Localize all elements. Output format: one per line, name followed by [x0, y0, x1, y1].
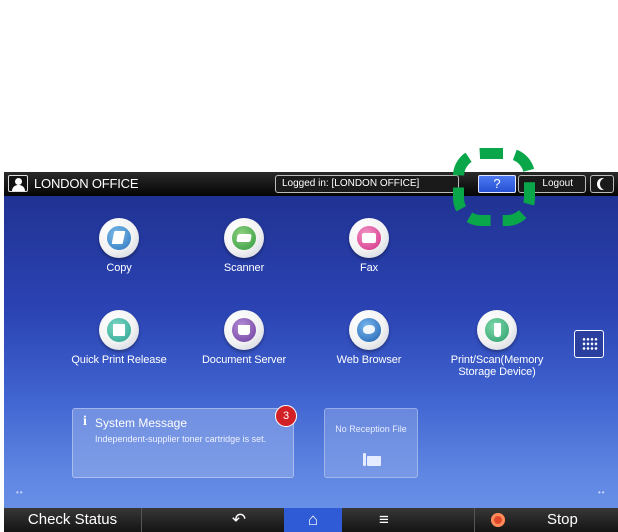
no-reception-label: No Reception File — [335, 424, 407, 434]
grid-icon — [582, 337, 598, 351]
quick-print-release-icon — [99, 310, 139, 350]
app-scanner[interactable]: Scanner — [184, 218, 304, 274]
stop-button[interactable]: Stop — [474, 508, 618, 532]
fax-icon — [349, 218, 389, 258]
back-icon[interactable]: ↶ — [204, 508, 274, 532]
login-status[interactable]: Logged in: [LONDON OFFICE] — [275, 175, 459, 193]
page-indicator-left: •• — [16, 488, 24, 497]
system-message-text: Independent-supplier toner cartridge is … — [95, 434, 267, 444]
fax-small-icon — [363, 452, 381, 466]
stop-label: Stop — [547, 511, 578, 528]
app-list-button[interactable] — [574, 330, 604, 358]
scanner-icon — [224, 218, 264, 258]
help-button[interactable]: ? — [478, 175, 516, 193]
message-count-badge: 3 — [275, 405, 297, 427]
bottom-bar: Check Status ↶ ⌂ ≡ Stop — [4, 508, 618, 532]
app-label: Fax — [359, 262, 379, 274]
app-quick-print-release[interactable]: Quick Print Release — [59, 310, 179, 366]
app-label: Copy — [106, 262, 132, 274]
usb-storage-icon — [477, 310, 517, 350]
screen: LONDON OFFICE Logged in: [LONDON OFFICE]… — [0, 0, 618, 532]
app-label: Document Server — [201, 354, 287, 366]
energy-saver-button[interactable] — [590, 175, 614, 193]
top-bar: LONDON OFFICE Logged in: [LONDON OFFICE]… — [4, 172, 618, 196]
info-icon: i — [83, 414, 87, 429]
system-message-title: System Message — [95, 416, 188, 430]
app-print-scan-memory-storage[interactable]: Print/Scan(Memory Storage Device) — [434, 310, 560, 378]
office-name: LONDON OFFICE — [34, 176, 139, 191]
page-indicator-right: •• — [598, 488, 606, 497]
app-document-server[interactable]: Document Server — [184, 310, 304, 366]
app-label: Quick Print Release — [71, 354, 167, 366]
app-label: Print/Scan(Memory Storage Device) — [450, 354, 544, 378]
app-label: Scanner — [223, 262, 265, 274]
home-panel: LONDON OFFICE Logged in: [LONDON OFFICE]… — [4, 172, 618, 532]
web-browser-icon — [349, 310, 389, 350]
menu-icon[interactable]: ≡ — [349, 508, 419, 532]
system-message-widget[interactable]: i System Message Independent-supplier to… — [72, 405, 297, 478]
copy-icon — [99, 218, 139, 258]
document-server-icon — [224, 310, 264, 350]
check-status-button[interactable]: Check Status — [4, 508, 142, 532]
no-reception-file-widget[interactable]: No Reception File — [324, 408, 418, 478]
stop-icon — [491, 513, 505, 527]
app-web-browser[interactable]: Web Browser — [309, 310, 429, 366]
moon-icon — [597, 178, 608, 190]
app-fax[interactable]: Fax — [309, 218, 429, 274]
app-copy[interactable]: Copy — [59, 218, 179, 274]
home-icon[interactable]: ⌂ — [284, 508, 342, 532]
logout-button[interactable]: Logout — [518, 175, 586, 193]
app-label: Web Browser — [336, 354, 402, 366]
user-icon[interactable] — [8, 175, 28, 192]
